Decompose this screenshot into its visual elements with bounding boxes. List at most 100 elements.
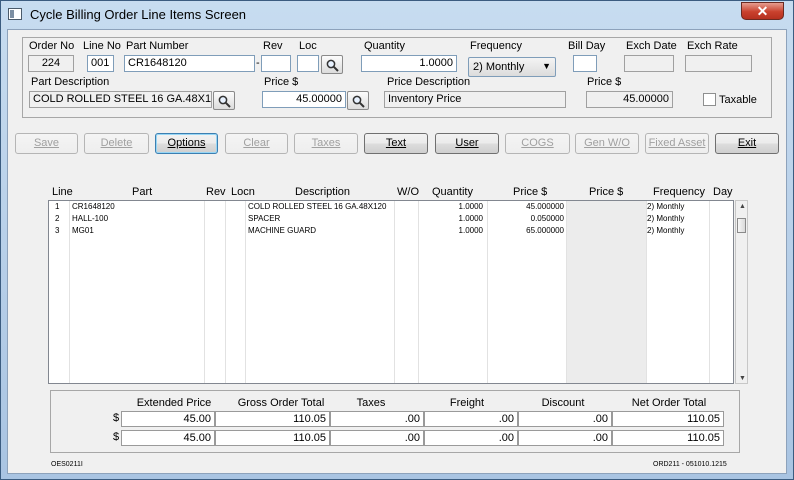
grid-divider — [487, 201, 488, 383]
dropdown-arrow-icon: ▼ — [542, 61, 551, 71]
cell-part: HALL-100 — [72, 214, 109, 223]
taxable-label: Taxable — [719, 94, 757, 106]
extended-price-value: 45.00 — [121, 411, 215, 427]
quantity-label: Quantity — [364, 40, 405, 52]
gross-order-total-value: 110.05 — [215, 411, 330, 427]
part-lookup-button[interactable] — [213, 91, 235, 110]
price-lookup-button[interactable] — [347, 91, 369, 110]
title-bar[interactable]: Cycle Billing Order Line Items Screen ✕ — [1, 1, 793, 28]
scroll-down-icon[interactable]: ▼ — [739, 375, 746, 382]
col-header-price-2[interactable]: Price $ — [589, 186, 623, 198]
options-button[interactable]: Options — [155, 133, 218, 154]
currency-symbol: $ — [113, 431, 120, 443]
grid-divider — [709, 201, 710, 383]
price-field[interactable]: 45.00000 — [262, 91, 346, 108]
client-area: Order No 224 Line No 001 Part Number CR1… — [7, 29, 787, 474]
grid-divider — [204, 201, 205, 383]
magnifier-icon — [218, 95, 231, 108]
clear-button[interactable]: Clear — [225, 133, 288, 154]
grid-body[interactable]: 1 CR1648120 COLD ROLLED STEEL 16 GA.48X1… — [48, 200, 734, 384]
col-header-frequency[interactable]: Frequency — [653, 186, 705, 198]
cell-quantity: 1.0000 — [458, 226, 483, 235]
price-2-column-shade — [566, 201, 646, 383]
discount-header: Discount — [541, 397, 585, 409]
order-no-label: Order No — [29, 40, 75, 52]
close-button[interactable]: ✕ — [741, 2, 784, 20]
fixed-asset-button[interactable]: Fixed Asset — [645, 133, 709, 154]
cell-frequency: 2) Monthly — [647, 226, 685, 235]
exch-rate-field — [685, 55, 752, 72]
magnifier-icon — [352, 95, 365, 108]
col-header-locn[interactable]: Locn — [231, 186, 255, 198]
price-description-label: Price Description — [387, 76, 471, 88]
exit-button[interactable]: Exit — [715, 133, 779, 154]
cell-line: 3 — [55, 226, 60, 235]
scroll-thumb[interactable] — [737, 218, 746, 233]
cell-frequency: 2) Monthly — [647, 202, 685, 211]
cell-description: MACHINE GUARD — [248, 226, 317, 235]
frequency-select[interactable]: 2) Monthly ▼ — [468, 57, 556, 77]
user-button[interactable]: User — [435, 133, 499, 154]
grid-vertical-scrollbar[interactable]: ▲ ▼ — [735, 200, 748, 384]
net-order-total-value: 110.05 — [612, 430, 724, 446]
window-icon — [8, 8, 22, 20]
freight-value: .00 — [424, 411, 518, 427]
col-header-quantity[interactable]: Quantity — [432, 186, 473, 198]
line-no-field[interactable]: 001 — [87, 55, 114, 72]
price-description-field: Inventory Price — [384, 91, 566, 108]
cell-part: MG01 — [72, 226, 94, 235]
col-header-part[interactable]: Part — [132, 186, 152, 198]
order-no-field: 224 — [28, 55, 74, 72]
gross-order-total-header: Gross Order Total — [237, 397, 325, 409]
gen-wo-button[interactable]: Gen W/O — [575, 133, 639, 154]
cogs-button[interactable]: COGS — [505, 133, 570, 154]
cell-quantity: 1.0000 — [458, 202, 483, 211]
cell-description: SPACER — [248, 214, 281, 223]
exch-date-label: Exch Date — [626, 40, 677, 52]
grid-divider — [69, 201, 70, 383]
taxable-checkbox[interactable] — [703, 93, 716, 106]
text-button[interactable]: Text — [364, 133, 428, 154]
loc-lookup-button[interactable] — [321, 55, 343, 74]
extended-price-value: 45.00 — [121, 430, 215, 446]
delete-button[interactable]: Delete — [84, 133, 149, 154]
part-number-label: Part Number — [126, 40, 189, 52]
line-no-label: Line No — [83, 40, 121, 52]
taxes-button[interactable]: Taxes — [294, 133, 358, 154]
exch-date-field — [624, 55, 674, 72]
discount-value: .00 — [518, 430, 612, 446]
part-number-field[interactable]: CR1648120 — [124, 55, 255, 72]
cell-description: COLD ROLLED STEEL 16 GA.48X120 — [248, 202, 387, 211]
price-2-field: 45.00000 — [586, 91, 673, 108]
save-button[interactable]: Save — [15, 133, 78, 154]
cell-price: 45.000000 — [526, 202, 564, 211]
gross-order-total-value: 110.05 — [215, 430, 330, 446]
line-item-header-group: Order No 224 Line No 001 Part Number CR1… — [22, 37, 772, 118]
freight-header: Freight — [449, 397, 485, 409]
bill-day-label: Bill Day — [568, 40, 606, 52]
price-label: Price $ — [264, 76, 299, 88]
rev-label: Rev — [263, 40, 283, 52]
cell-frequency: 2) Monthly — [647, 214, 685, 223]
grid-divider — [418, 201, 419, 383]
part-description-label: Part Description — [31, 76, 110, 88]
col-header-description[interactable]: Description — [295, 186, 350, 198]
col-header-rev[interactable]: Rev — [206, 186, 226, 198]
grid-divider — [225, 201, 226, 383]
taxes-header: Taxes — [356, 397, 386, 409]
col-header-wo[interactable]: W/O — [397, 186, 419, 198]
col-header-day[interactable]: Day — [713, 186, 733, 198]
grid-divider — [245, 201, 246, 383]
col-header-price[interactable]: Price $ — [513, 186, 547, 198]
screen-code: OES0211I — [51, 461, 83, 468]
frequency-label: Frequency — [470, 40, 522, 52]
freight-value: .00 — [424, 430, 518, 446]
bill-day-field[interactable] — [573, 55, 597, 72]
currency-symbol: $ — [113, 412, 120, 424]
rev-field[interactable] — [261, 55, 291, 72]
loc-field[interactable] — [297, 55, 319, 72]
scroll-up-icon[interactable]: ▲ — [739, 203, 746, 210]
col-header-line[interactable]: Line — [52, 186, 73, 198]
extended-price-header: Extended Price — [136, 397, 212, 409]
quantity-field[interactable]: 1.0000 — [361, 55, 457, 72]
